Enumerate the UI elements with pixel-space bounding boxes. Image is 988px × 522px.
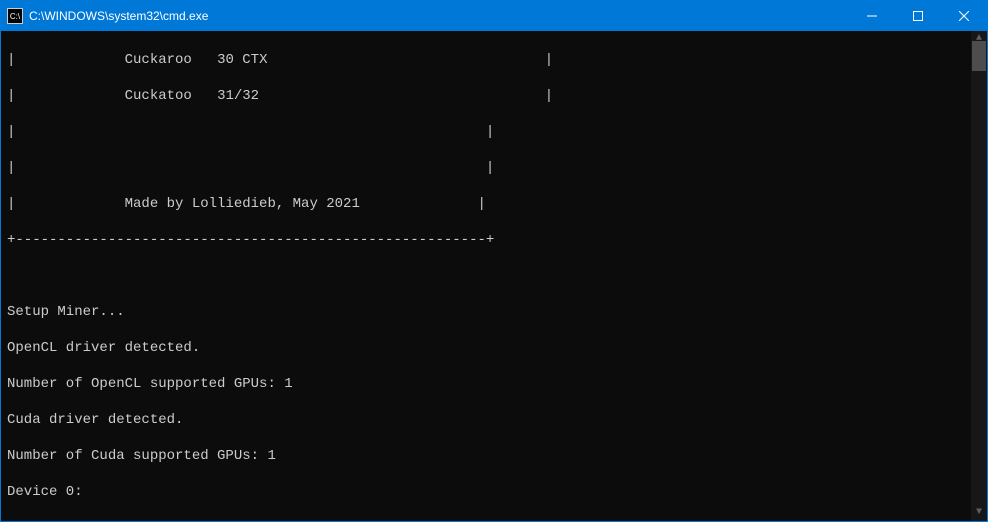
banner-row: | Cuckaroo 30 CTX |: [7, 51, 981, 69]
opencl-gpu-count: Number of OpenCL supported GPUs: 1: [7, 375, 981, 393]
device-name-value: NVIDIA GeForce GTX 1060 6GB: [116, 520, 343, 521]
label: Number of OpenCL supported GPUs:: [7, 376, 284, 392]
banner-row: | Cuckatoo 31/32 |: [7, 87, 981, 105]
maximize-icon: [913, 11, 923, 21]
cmd-icon-glyph: C:\: [10, 12, 20, 21]
label: Name:: [41, 520, 83, 521]
label: Number of Cuda supported GPUs:: [7, 448, 267, 464]
minimize-button[interactable]: [849, 1, 895, 31]
value: 1: [267, 448, 275, 464]
maximize-button[interactable]: [895, 1, 941, 31]
credit-text: Made by Lolliedieb, May 2021: [125, 196, 360, 212]
cuda-gpu-count: Number of Cuda supported GPUs: 1: [7, 447, 981, 465]
banner-divider: +---------------------------------------…: [7, 231, 981, 249]
setup-header: Setup Miner...: [7, 303, 981, 321]
close-button[interactable]: [941, 1, 987, 31]
titlebar[interactable]: C:\ C:\WINDOWS\system32\cmd.exe: [1, 1, 987, 31]
banner-credit: | Made by Lolliedieb, May 2021 |: [7, 195, 981, 213]
value: 1: [284, 376, 292, 392]
blank-row: [7, 267, 981, 285]
cuda-detected: Cuda driver detected.: [7, 411, 981, 429]
scrollbar-thumb[interactable]: [972, 41, 986, 71]
close-icon: [959, 11, 969, 21]
device-name-row: Name: NVIDIA GeForce GTX 1060 6GB: [7, 519, 981, 521]
device-header: Device 0:: [7, 483, 981, 501]
scroll-down-arrow[interactable]: ▼: [971, 505, 987, 521]
cmd-icon: C:\: [7, 8, 23, 24]
window-title: C:\WINDOWS\system32\cmd.exe: [29, 9, 208, 23]
console-output[interactable]: | Cuckaroo 30 CTX | | Cuckatoo 31/32 | |…: [1, 31, 987, 521]
opencl-detected: OpenCL driver detected.: [7, 339, 981, 357]
algo-name: Cuckatoo: [125, 88, 192, 104]
algo-name: Cuckaroo: [125, 52, 192, 68]
banner-row: | |: [7, 159, 981, 177]
banner-row: | |: [7, 123, 981, 141]
vertical-scrollbar[interactable]: ▲ ▼: [971, 31, 987, 521]
minimize-icon: [867, 11, 877, 21]
algo-val: 31/32: [217, 88, 259, 104]
cmd-window: C:\ C:\WINDOWS\system32\cmd.exe | Cuckar…: [0, 0, 988, 522]
algo-val: 30 CTX: [217, 52, 267, 68]
